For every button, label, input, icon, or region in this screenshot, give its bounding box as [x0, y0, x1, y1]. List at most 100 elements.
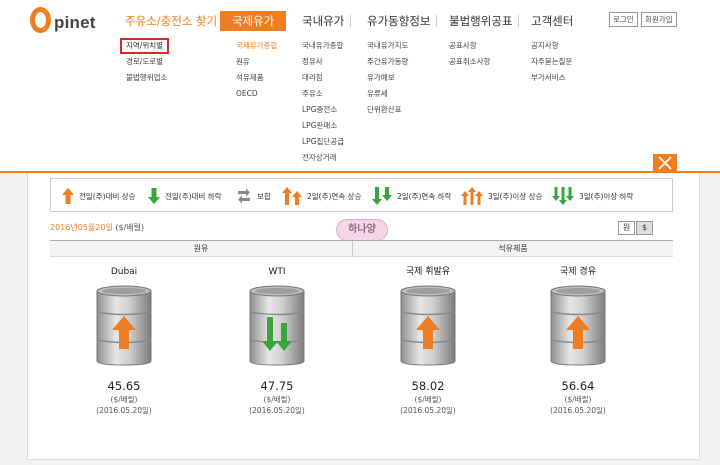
- triple-arrow-down-icon: [552, 187, 574, 205]
- unit-won-button[interactable]: 원: [618, 221, 635, 235]
- legend-item: 3일(주)이상 하락: [551, 184, 633, 208]
- price-date: (2016.05.20일): [96, 406, 152, 415]
- barrel-graphic: [249, 285, 305, 366]
- price-card-gasoline: 국제 휘발유 58.02 ($/배럴) (2016.05.20일): [368, 265, 488, 416]
- submenu-lpg-group[interactable]: LPG집단공급: [302, 134, 344, 150]
- legend-label: 전일(주)대비 하락: [165, 191, 222, 201]
- nav-divider: [436, 15, 437, 27]
- double-arrow-up-icon: [282, 187, 302, 205]
- legend-item: 전일(주)대비 하락: [147, 184, 222, 208]
- submenu-forecast[interactable]: 유가예보: [367, 70, 408, 86]
- legend-item: 3일(주)이상 상승: [460, 184, 542, 208]
- price-value: 58.02: [411, 379, 445, 393]
- legend-label: 3일(주)이상 상승: [488, 191, 543, 201]
- date-unit: ($/배럴): [115, 223, 145, 232]
- legend-item: 전일(주)대비 상승: [61, 184, 136, 208]
- nav-illegal-disclosure[interactable]: 불법행위공표: [449, 11, 512, 31]
- legend-label: 보합: [257, 191, 271, 201]
- submenu-domestic-overview[interactable]: 국내유가종합: [302, 38, 344, 54]
- submenu-unit-conversion[interactable]: 단위환산표: [367, 102, 408, 118]
- product-name: Dubai: [110, 267, 138, 277]
- trend-legend: 전일(주)대비 상승 전일(주)대비 하락 보합 2일(주)연속 상승 2일(주…: [50, 178, 673, 212]
- nav-domestic-oil[interactable]: 국내유가: [302, 11, 344, 31]
- submenu-route-road[interactable]: 경로/도로별: [126, 54, 169, 70]
- product-name: WTI: [268, 267, 286, 277]
- logo[interactable]: pinet: [30, 7, 96, 33]
- submenu-fuel-tax[interactable]: 유류세: [367, 86, 408, 102]
- arrow-down-icon: [148, 188, 160, 204]
- price-value: 56.64: [561, 379, 595, 393]
- submenu-illegal-station[interactable]: 불법행위업소: [126, 70, 169, 86]
- legend-item: 2일(주)연속 상승: [281, 184, 361, 208]
- submenu-ecommerce[interactable]: 전자상거래: [302, 150, 344, 166]
- close-menu-button[interactable]: [653, 154, 677, 173]
- price-unit: ($/배럴): [414, 395, 442, 404]
- date-value: 2016년05월20일: [50, 223, 113, 232]
- price-date: (2016.05.20일): [550, 406, 606, 415]
- barrel-icon: [397, 283, 459, 367]
- watermark-stamp: 하나양: [336, 219, 388, 241]
- price-card-diesel: 국제 경유 56.64 ($/배럴) (2016.05.20일): [518, 265, 638, 416]
- signup-button[interactable]: 회원가입: [641, 12, 677, 27]
- price-card-dubai: Dubai 45.65 ($/배럴) (2016.05.20일): [64, 265, 184, 416]
- submenu-disclosure-cancel[interactable]: 공표취소사항: [449, 54, 490, 70]
- submenu-lpg-charging[interactable]: LPG충전소: [302, 102, 344, 118]
- barrel-icon: [93, 283, 155, 367]
- legend-label: 2일(주)연속 상승: [307, 191, 362, 201]
- barrel-icon: [246, 283, 308, 367]
- barrel-graphic: [550, 285, 606, 366]
- submenu-refiner[interactable]: 정유사: [302, 54, 344, 70]
- legend-item: 보합: [235, 184, 271, 208]
- legend-label: 전일(주)대비 상승: [79, 191, 136, 201]
- price-table-header: 원유 석유제품: [50, 240, 673, 257]
- refresh-icon: [238, 188, 250, 204]
- submenu-oecd[interactable]: OECD: [236, 86, 277, 102]
- submenu-price-map[interactable]: 국내유가지도: [367, 38, 408, 54]
- legend-label: 2일(주)연속 하락: [397, 191, 452, 201]
- nav-station-search[interactable]: 주유소/충전소 찾기: [125, 11, 217, 31]
- arrow-up-icon: [62, 188, 74, 204]
- price-value: 47.75: [260, 379, 294, 393]
- logo-text: pinet: [54, 13, 96, 32]
- barrel-graphic: [400, 285, 456, 366]
- submenu-trend: 국내유가지도 주간유가동향 유가예보 유류세 단위환산표: [367, 38, 408, 118]
- price-card-wti: WTI 47.75 ($/배럴) (2016.05.20일): [217, 265, 337, 416]
- submenu-disclosure-items[interactable]: 공표사항: [449, 38, 490, 54]
- submenu-gas-station[interactable]: 주유소: [302, 86, 344, 102]
- price-date: (2016.05.20일): [249, 406, 305, 415]
- submenu-region-location[interactable]: 지역/위치별: [120, 38, 170, 54]
- submenu-intl-overview[interactable]: 국제유가종합: [236, 38, 277, 54]
- price-unit: ($/배럴): [263, 395, 291, 404]
- barrel-icon: [547, 283, 609, 367]
- barrel-graphic: [96, 285, 152, 366]
- legend-item: 2일(주)연속 하락: [371, 184, 451, 208]
- login-button[interactable]: 로그인: [609, 12, 638, 27]
- submenu-disclosure: 공표사항 공표취소사항: [449, 38, 490, 70]
- logo-mark: [30, 7, 51, 33]
- submenu-weekly-trend[interactable]: 주간유가동향: [367, 54, 408, 70]
- price-unit: ($/배럴): [110, 395, 138, 404]
- triple-arrow-up-icon: [461, 187, 483, 205]
- submenu-international: 국제유가종합 원유 석유제품 OECD: [236, 38, 277, 102]
- submenu-petroleum-products[interactable]: 석유제품: [236, 70, 277, 86]
- nav-trend-info[interactable]: 유가동향정보: [367, 11, 430, 31]
- submenu-agency[interactable]: 대리점: [302, 70, 344, 86]
- submenu-crude[interactable]: 원유: [236, 54, 277, 70]
- submenu-notice[interactable]: 공지사항: [531, 38, 572, 54]
- nav-international-oil[interactable]: 국제유가: [220, 11, 286, 31]
- submenu-station: 지역/위치별 경로/도로별 불법행위업소: [120, 38, 170, 86]
- submenu-faq[interactable]: 자주묻는질문: [531, 54, 572, 70]
- submenu-lpg-sales[interactable]: LPG판매소: [302, 118, 344, 134]
- nav-divider: [350, 15, 351, 27]
- price-unit: ($/배럴): [564, 395, 592, 404]
- header-crude: 원유: [193, 244, 209, 253]
- price-date: (2016.05.20일): [400, 406, 456, 415]
- close-icon: [658, 156, 672, 170]
- price-value: 45.65: [107, 379, 141, 393]
- nav-customer-center[interactable]: 고객센터: [531, 11, 573, 31]
- product-name: 국제 휘발유: [405, 267, 451, 277]
- submenu-domestic: 국내유가종합 정유사 대리점 주유소 LPG충전소 LPG판매소 LPG집단공급…: [302, 38, 344, 166]
- unit-dollar-button[interactable]: $: [636, 221, 653, 235]
- header-products: 석유제품: [498, 244, 528, 253]
- submenu-extra-services[interactable]: 부가서비스: [531, 70, 572, 86]
